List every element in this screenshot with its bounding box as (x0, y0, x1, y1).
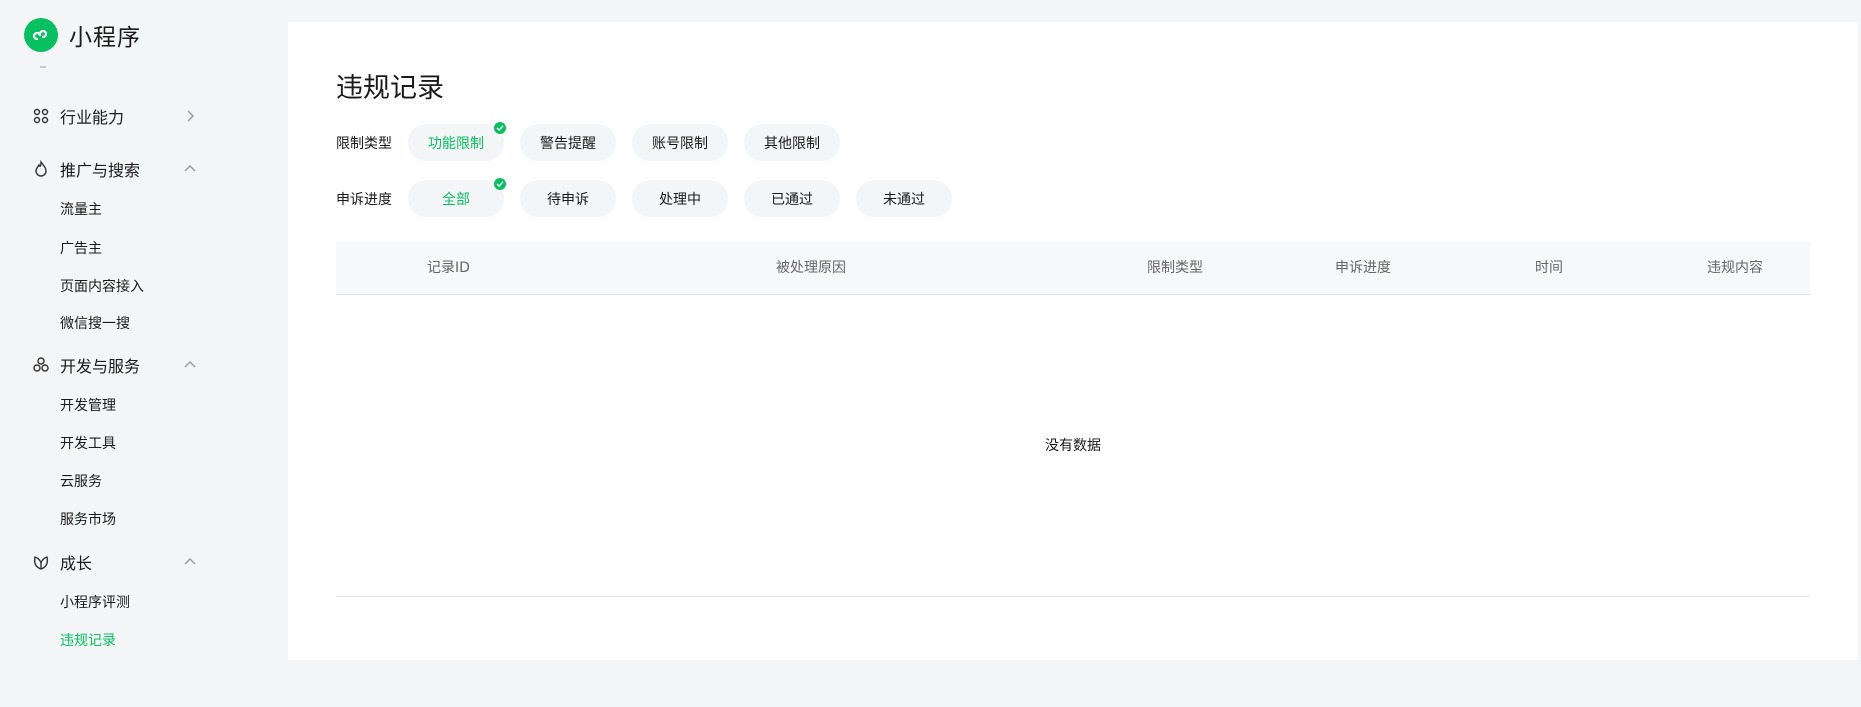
chip-approved[interactable]: 已通过 (744, 180, 840, 217)
check-icon (492, 120, 508, 136)
sidebar-group-label: 开发与服务 (60, 357, 141, 376)
chip-rejected[interactable]: 未通过 (856, 180, 952, 217)
growth-leaf-icon (31, 552, 51, 572)
chip-label: 其他限制 (764, 135, 820, 152)
column-header-time: 时间 (1535, 260, 1563, 276)
sidebar-item-violation-records[interactable]: 违规记录 (60, 630, 116, 652)
chip-label: 全部 (442, 191, 470, 208)
table-bottom-divider (336, 596, 1810, 597)
sidebar-item-wechat-search[interactable]: 微信搜一搜 (60, 313, 130, 335)
chip-label: 未通过 (883, 191, 925, 208)
app-logo[interactable]: 小程序 (24, 18, 141, 52)
sidebar-group-label: 推广与搜索 (60, 161, 141, 180)
chip-other-restriction[interactable]: 其他限制 (744, 124, 840, 161)
chip-label: 处理中 (659, 191, 701, 208)
industry-icon (31, 106, 51, 126)
sidebar-item-service-market[interactable]: 服务市场 (60, 509, 116, 531)
sidebar-item-page-content[interactable]: 页面内容接入 (60, 276, 144, 298)
chip-label: 已通过 (771, 191, 813, 208)
sidebar-group-label: 行业能力 (60, 108, 125, 127)
sidebar-group-growth[interactable]: 成长 (0, 547, 220, 577)
chevron-up-icon (184, 165, 196, 172)
column-header-restriction-type: 限制类型 (1147, 260, 1203, 276)
chevron-up-icon (184, 361, 196, 368)
check-icon (492, 176, 508, 192)
main-content-card: 违规记录 限制类型 功能限制 警告提醒 账号限制 其他限制 申诉进度 全部 待申… (288, 22, 1858, 660)
sidebar-item-advertiser[interactable]: 广告主 (60, 238, 102, 260)
chip-function-restriction[interactable]: 功能限制 (408, 120, 508, 161)
empty-text: 没有数据 (1045, 438, 1101, 454)
sidebar-item-evaluation[interactable]: 小程序评测 (60, 592, 130, 614)
scroll-indicator (40, 66, 46, 68)
chip-account-restriction[interactable]: 账号限制 (632, 124, 728, 161)
column-header-reason: 被处理原因 (776, 260, 846, 276)
page-title: 违规记录 (336, 73, 444, 104)
sidebar-item-dev-management[interactable]: 开发管理 (60, 395, 116, 417)
filter-label: 申诉进度 (336, 191, 392, 208)
violation-records-table: 记录ID 被处理原因 限制类型 申诉进度 时间 违规内容 没有数据 (336, 242, 1810, 597)
chip-pending-appeal[interactable]: 待申诉 (520, 180, 616, 217)
column-header-violation-content: 违规内容 (1707, 260, 1763, 276)
chip-label: 账号限制 (652, 135, 708, 152)
chevron-right-icon (187, 110, 194, 122)
chip-label: 功能限制 (428, 135, 484, 152)
sidebar-item-cloud-service[interactable]: 云服务 (60, 471, 102, 493)
sidebar-group-development[interactable]: 开发与服务 (0, 350, 220, 380)
chip-label: 警告提醒 (540, 135, 596, 152)
sidebar-group-label: 成长 (60, 554, 93, 573)
sidebar-group-promotion[interactable]: 推广与搜索 (0, 154, 220, 184)
column-header-appeal-progress: 申诉进度 (1335, 260, 1391, 276)
chevron-up-icon (184, 558, 196, 565)
filter-appeal-progress: 申诉进度 全部 待申诉 处理中 已通过 未通过 (336, 176, 968, 217)
chip-all[interactable]: 全部 (408, 176, 508, 217)
sidebar-group-industry[interactable]: 行业能力 (0, 101, 220, 131)
filter-restriction-type: 限制类型 功能限制 警告提醒 账号限制 其他限制 (336, 120, 856, 161)
filter-label: 限制类型 (336, 135, 392, 152)
empty-state: 没有数据 (336, 295, 1810, 595)
chip-warning[interactable]: 警告提醒 (520, 124, 616, 161)
sidebar: 小程序 行业能力 推广与搜索 流量主 广告主 页面内容接入 微信搜一搜 开发与服… (0, 0, 286, 707)
chip-processing[interactable]: 处理中 (632, 180, 728, 217)
mini-program-logo-icon (24, 18, 58, 52)
sidebar-item-dev-tools[interactable]: 开发工具 (60, 433, 116, 455)
cubes-icon (31, 355, 51, 375)
table-header: 记录ID 被处理原因 限制类型 申诉进度 时间 违规内容 (336, 242, 1810, 295)
sidebar-item-traffic-owner[interactable]: 流量主 (60, 199, 102, 221)
column-header-record-id: 记录ID (427, 260, 470, 276)
app-name: 小程序 (69, 25, 141, 51)
flame-icon (31, 159, 51, 179)
chip-label: 待申诉 (547, 191, 589, 208)
